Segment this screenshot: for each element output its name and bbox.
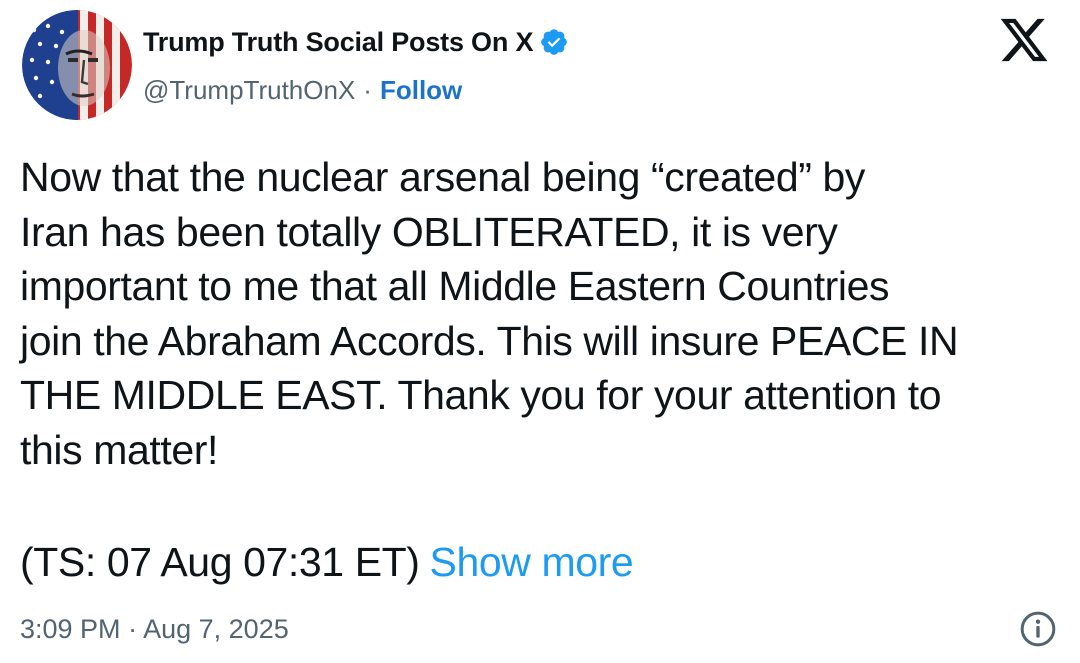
show-more-link[interactable]: Show more <box>430 539 634 585</box>
verified-badge-icon <box>539 27 569 57</box>
post-meta[interactable]: 3:09 PM · Aug 7, 2025 <box>20 610 289 648</box>
follow-button[interactable]: Follow <box>380 75 462 106</box>
post-text: Now that the nuclear arsenal being “crea… <box>20 154 959 473</box>
name-row: Trump Truth Social Posts On X <box>143 22 569 62</box>
meta-separator: · <box>128 614 138 644</box>
timestamp-note: (TS: 07 Aug 07:31 ET) <box>20 539 420 585</box>
display-name[interactable]: Trump Truth Social Posts On X <box>143 27 533 58</box>
x-logo-icon[interactable] <box>998 14 1050 66</box>
timestamp-note-row: (TS: 07 Aug 07:31 ET) Show more <box>20 534 634 590</box>
avatar[interactable] <box>22 10 132 120</box>
account-handle[interactable]: @TrumpTruthOnX <box>143 75 355 106</box>
separator-dot: · <box>363 74 372 105</box>
flag-portrait-avatar-icon <box>22 10 132 120</box>
info-circle-icon[interactable] <box>1018 609 1058 649</box>
post-date: Aug 7, 2025 <box>143 614 289 644</box>
handle-row: @TrumpTruthOnX · Follow <box>143 72 462 108</box>
post-header: Trump Truth Social Posts On X @TrumpTrut… <box>20 8 1060 123</box>
post-time: 3:09 PM <box>20 614 121 644</box>
post-embed-card: Trump Truth Social Posts On X @TrumpTrut… <box>0 0 1080 663</box>
